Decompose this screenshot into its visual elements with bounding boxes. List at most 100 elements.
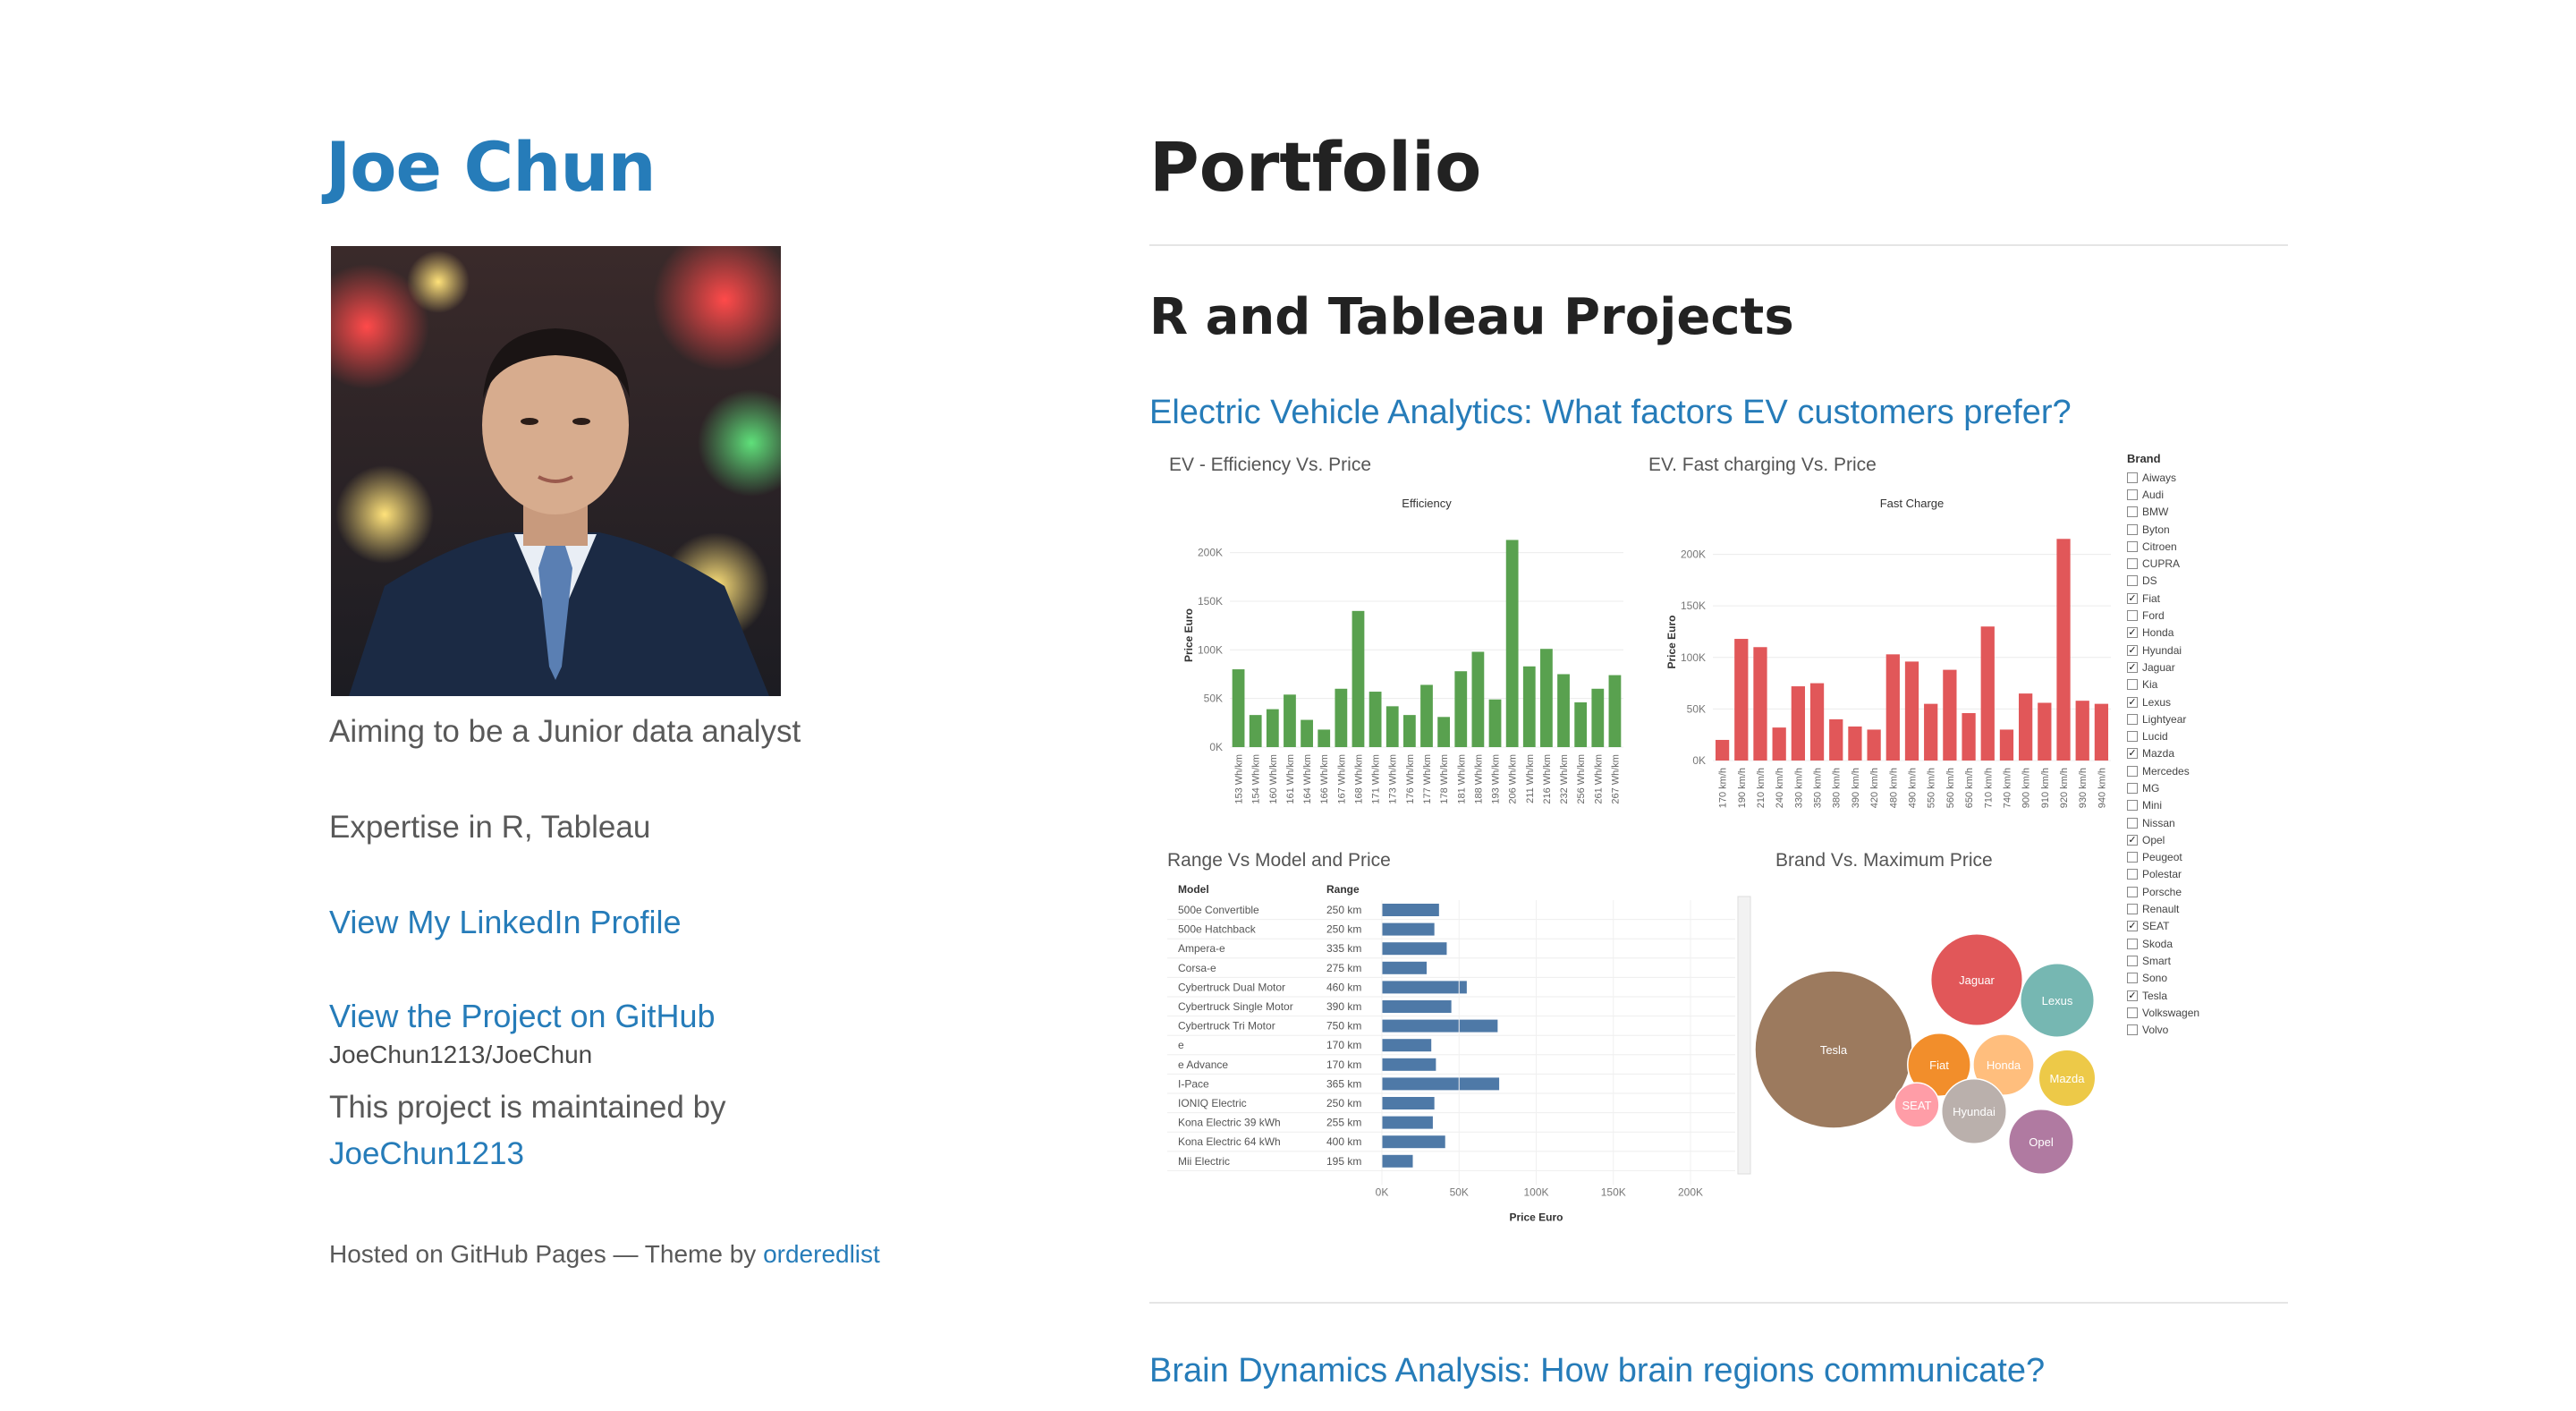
legend-item[interactable]: Porsche — [2127, 883, 2252, 900]
fastcharge-bar — [1715, 739, 1730, 761]
fastcharge-x-tick: 560 km/h — [1945, 768, 1956, 808]
checkbox-empty-icon[interactable] — [2127, 472, 2138, 483]
checkbox-checked-icon[interactable]: ✓ — [2127, 748, 2138, 760]
legend-item[interactable]: Skoda — [2127, 935, 2252, 952]
checkbox-checked-icon[interactable]: ✓ — [2127, 921, 2138, 932]
efficiency-subtitle: Efficiency — [1402, 497, 1452, 510]
legend-item[interactable]: ✓ Mazda — [2127, 745, 2252, 762]
checkbox-empty-icon[interactable] — [2127, 904, 2138, 915]
efficiency-x-tick: 232 Wh/km — [1559, 754, 1570, 804]
checkbox-empty-icon[interactable] — [2127, 558, 2138, 570]
project-link-brain[interactable]: Brain Dynamics Analysis: How brain regio… — [1149, 1352, 2045, 1390]
legend-item[interactable]: Audi — [2127, 486, 2252, 503]
checkbox-empty-icon[interactable] — [2127, 523, 2138, 535]
checkbox-empty-icon[interactable] — [2127, 731, 2138, 743]
checkbox-empty-icon[interactable] — [2127, 869, 2138, 880]
legend-item[interactable]: Kia — [2127, 676, 2252, 693]
efficiency-x-tick: 166 Wh/km — [1319, 754, 1330, 804]
site-title[interactable]: Joe Chun — [326, 127, 657, 207]
maintainer-link[interactable]: JoeChun1213 — [329, 1131, 866, 1177]
legend-item-label: DS — [2142, 574, 2157, 588]
legend-item[interactable]: Nissan — [2127, 814, 2252, 831]
range-bar — [1382, 1116, 1433, 1129]
checkbox-empty-icon[interactable] — [2127, 713, 2138, 725]
legend-item[interactable]: Lucid — [2127, 727, 2252, 744]
checkbox-empty-icon[interactable] — [2127, 1024, 2138, 1036]
legend-item[interactable]: CUPRA — [2127, 555, 2252, 572]
checkbox-empty-icon[interactable] — [2127, 955, 2138, 966]
theme-author-link[interactable]: orderedlist — [763, 1240, 880, 1268]
checkbox-empty-icon[interactable] — [2127, 679, 2138, 691]
legend-item[interactable]: Byton — [2127, 521, 2252, 538]
range-bar — [1382, 1058, 1436, 1071]
project-link-ev[interactable]: Electric Vehicle Analytics: What factors… — [1149, 394, 2072, 432]
legend-item[interactable]: BMW — [2127, 504, 2252, 521]
fastcharge-y-tick: 50K — [1687, 702, 1706, 715]
legend-item[interactable]: DS — [2127, 573, 2252, 590]
legend-item[interactable]: ✓ Tesla — [2127, 987, 2252, 1004]
checkbox-checked-icon[interactable]: ✓ — [2127, 627, 2138, 639]
checkbox-empty-icon[interactable] — [2127, 765, 2138, 777]
checkbox-empty-icon[interactable] — [2127, 973, 2138, 984]
checkbox-empty-icon[interactable] — [2127, 800, 2138, 812]
legend-item[interactable]: Volkswagen — [2127, 1004, 2252, 1021]
linkedin-link[interactable]: View My LinkedIn Profile — [329, 904, 682, 941]
fastcharge-bar — [1924, 703, 1938, 761]
legend-item[interactable]: ✓ Fiat — [2127, 590, 2252, 607]
brand-filter-legend[interactable]: Brand Aiways Audi BMW Byton Citroen CUPRA DS ✓ F… — [2127, 452, 2252, 1039]
legend-item[interactable]: Smart — [2127, 952, 2252, 969]
legend-item[interactable]: Polestar — [2127, 866, 2252, 883]
checkbox-empty-icon[interactable] — [2127, 938, 2138, 949]
fastcharge-x-tick: 420 km/h — [1869, 768, 1880, 808]
ev-dashboard[interactable]: EV - Efficiency Vs. Price EV. Fast charg… — [1158, 447, 2232, 1235]
legend-item[interactable]: ✓ Hyundai — [2127, 642, 2252, 659]
checkbox-checked-icon[interactable]: ✓ — [2127, 592, 2138, 604]
legend-item[interactable]: ✓ Honda — [2127, 625, 2252, 642]
range-model-label: I-Pace — [1178, 1077, 1209, 1090]
legend-item[interactable]: ✓ Lexus — [2127, 693, 2252, 710]
legend-item[interactable]: Renault — [2127, 900, 2252, 917]
expertise-text: Expertise in R, Tableau — [329, 810, 651, 845]
checkbox-empty-icon[interactable] — [2127, 782, 2138, 794]
checkbox-empty-icon[interactable] — [2127, 540, 2138, 552]
legend-item[interactable]: Lightyear — [2127, 710, 2252, 727]
legend-item[interactable]: Sono — [2127, 970, 2252, 987]
checkbox-empty-icon[interactable] — [2127, 817, 2138, 829]
fastcharge-bar — [1848, 726, 1862, 761]
legend-item[interactable]: Aiways — [2127, 469, 2252, 486]
legend-item[interactable]: ✓ SEAT — [2127, 918, 2252, 935]
legend-item[interactable]: Mini — [2127, 797, 2252, 814]
efficiency-bar — [1540, 649, 1553, 747]
checkbox-checked-icon[interactable]: ✓ — [2127, 990, 2138, 1001]
legend-item[interactable]: Citroen — [2127, 538, 2252, 555]
checkbox-checked-icon[interactable]: ✓ — [2127, 661, 2138, 673]
range-col-range: Range — [1326, 883, 1360, 896]
page-title: Portfolio — [1149, 127, 1482, 207]
efficiency-x-tick: 153 Wh/km — [1234, 754, 1245, 804]
legend-item[interactable]: Ford — [2127, 607, 2252, 624]
efficiency-bar — [1488, 699, 1502, 747]
checkbox-empty-icon[interactable] — [2127, 506, 2138, 518]
legend-item[interactable]: ✓ Opel — [2127, 831, 2252, 848]
checkbox-checked-icon[interactable]: ✓ — [2127, 696, 2138, 708]
efficiency-x-tick: 267 Wh/km — [1610, 754, 1621, 804]
range-model-label: Cybertruck Dual Motor — [1178, 981, 1285, 993]
github-project-link[interactable]: View the Project on GitHub — [329, 998, 716, 1035]
checkbox-empty-icon[interactable] — [2127, 886, 2138, 897]
checkbox-checked-icon[interactable]: ✓ — [2127, 834, 2138, 846]
checkbox-empty-icon[interactable] — [2127, 610, 2138, 622]
legend-item[interactable]: Volvo — [2127, 1022, 2252, 1039]
checkbox-checked-icon[interactable]: ✓ — [2127, 644, 2138, 656]
legend-item[interactable]: Peugeot — [2127, 849, 2252, 866]
fastcharge-x-tick: 710 km/h — [1983, 768, 1994, 808]
legend-item[interactable]: ✓ Jaguar — [2127, 659, 2252, 676]
legend-item[interactable]: Mercedes — [2127, 762, 2252, 779]
checkbox-empty-icon[interactable] — [2127, 852, 2138, 863]
checkbox-empty-icon[interactable] — [2127, 1007, 2138, 1018]
checkbox-empty-icon[interactable] — [2127, 489, 2138, 500]
legend-item[interactable]: MG — [2127, 779, 2252, 796]
efficiency-bar — [1385, 706, 1399, 747]
range-value-label: 170 km — [1326, 1039, 1361, 1051]
checkbox-empty-icon[interactable] — [2127, 575, 2138, 587]
range-model-label: 500e Hatchback — [1178, 923, 1257, 936]
